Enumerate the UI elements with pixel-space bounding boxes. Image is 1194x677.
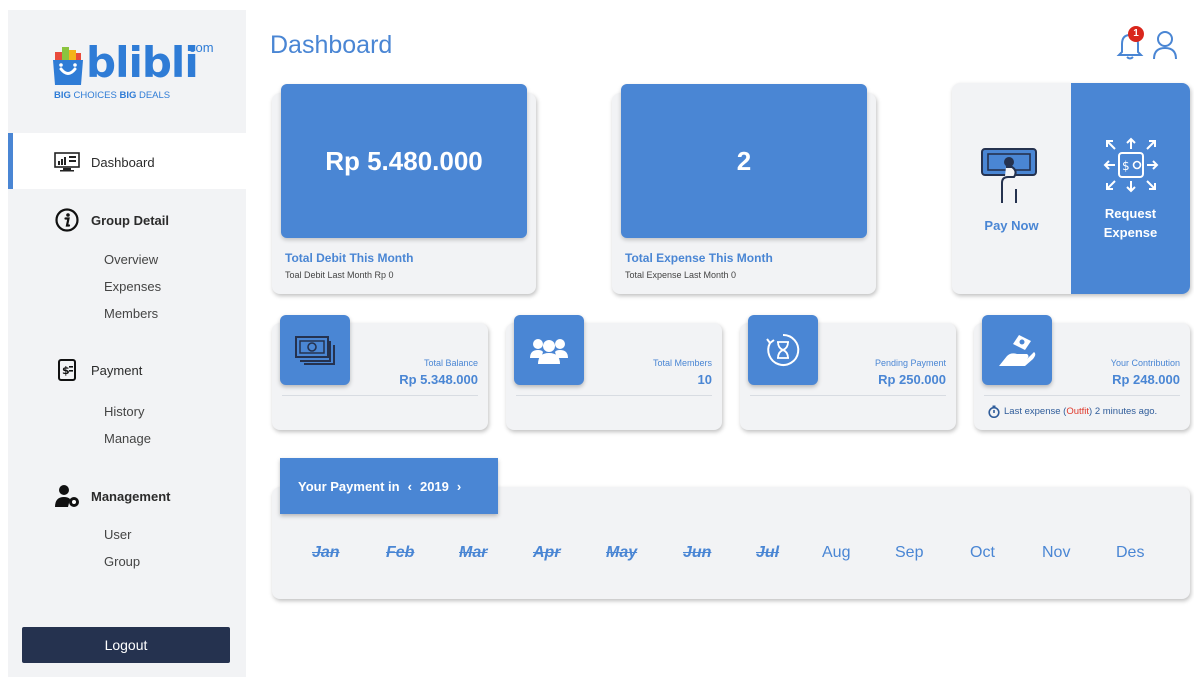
users-icon [514, 315, 584, 385]
pay-now-button[interactable]: Pay Now [952, 83, 1071, 294]
sidebar-item-dashboard-content[interactable]: Dashboard [53, 150, 155, 174]
sidebar-item-user[interactable]: User [104, 527, 131, 542]
last-expense-prefix: Last expense ( [1004, 406, 1067, 417]
sidebar-label-payment: Payment [91, 362, 143, 378]
month-may[interactable]: May [606, 544, 637, 562]
month-des[interactable]: Des [1116, 544, 1144, 562]
stat-value: 10 [697, 372, 712, 387]
month-feb[interactable]: Feb [386, 544, 414, 562]
payment-title: Your Payment in [298, 478, 400, 494]
request-expense-label-2: Expense [1103, 225, 1158, 240]
shopping-bag-logo-icon [53, 47, 83, 85]
sidebar-item-payment[interactable]: $ Payment [53, 358, 142, 382]
request-expense-button[interactable]: $ Request Expense [1071, 83, 1190, 294]
month-jul[interactable]: Jul [756, 544, 779, 562]
user-profile-icon[interactable] [1152, 30, 1178, 60]
pay-now-icon [981, 148, 1037, 203]
debit-title: Total Debit This Month [285, 251, 414, 265]
payment-year: 2019 [419, 478, 449, 494]
notification-badge: 1 [1128, 26, 1144, 42]
last-expense-suffix: ) 2 minutes ago. [1089, 406, 1158, 417]
logo-com: com [189, 40, 214, 55]
sidebar-item-manage[interactable]: Manage [104, 431, 151, 446]
month-oct[interactable]: Oct [970, 544, 995, 562]
stat-value: Rp 250.000 [878, 372, 946, 387]
sidebar: blibli com BIG CHOICES BIG DEALS Dashboa… [8, 10, 246, 677]
debit-value: Rp 5.480.000 [281, 84, 527, 238]
divider [282, 395, 478, 396]
payment-year-header: Your Payment in ‹ 2019 › [280, 458, 498, 514]
svg-text:$: $ [62, 364, 70, 377]
expense-sub: Total Expense Last Month 0 [625, 270, 737, 280]
hand-coin-icon [982, 315, 1052, 385]
sidebar-item-management[interactable]: Management [53, 484, 170, 508]
last-expense-name[interactable]: Outfit [1066, 406, 1089, 417]
page-title: Dashboard [270, 31, 393, 59]
request-expense-label-1: Request [1104, 206, 1157, 221]
expense-title: Total Expense This Month [625, 251, 773, 265]
sidebar-item-history[interactable]: History [104, 404, 144, 419]
sidebar-label-management: Management [91, 488, 171, 504]
logo-wordmark: blibli [86, 38, 199, 87]
stat-value: Rp 5.348.000 [399, 372, 478, 387]
stat-label: Your Contribution [1110, 358, 1180, 368]
next-year-button[interactable]: › [457, 479, 461, 494]
money-icon [280, 315, 350, 385]
sidebar-item-overview[interactable]: Overview [104, 252, 158, 267]
stopwatch-icon [988, 405, 1000, 418]
hourglass-icon [748, 315, 818, 385]
sidebar-item-group[interactable]: Group [104, 554, 140, 569]
divider [984, 395, 1180, 396]
logo-tagline: BIG CHOICES BIG DEALS [54, 90, 171, 101]
expense-value: 2 [621, 84, 867, 238]
sidebar-item-expenses[interactable]: Expenses [104, 279, 161, 294]
month-aug[interactable]: Aug [822, 544, 850, 562]
sidebar-item-members[interactable]: Members [104, 306, 158, 321]
svg-text:$: $ [1122, 159, 1130, 173]
stat-value: Rp 248.000 [1112, 372, 1180, 387]
user-gear-icon [53, 484, 81, 508]
month-jun[interactable]: Jun [683, 544, 711, 562]
info-icon [53, 208, 81, 232]
divider [516, 395, 712, 396]
last-expense-note: Last expense (Outfit) 2 minutes ago. [988, 405, 1157, 418]
dashboard-monitor-icon [53, 150, 81, 174]
action-card: Pay Now $ Request Expense [952, 83, 1190, 294]
stat-label: Total Members [652, 358, 712, 368]
pay-now-label: Pay Now [984, 218, 1039, 233]
prev-year-button[interactable]: ‹ [408, 479, 412, 494]
month-jan[interactable]: Jan [312, 544, 340, 562]
sidebar-label-group-detail: Group Detail [91, 212, 170, 228]
sidebar-label-dashboard: Dashboard [91, 154, 155, 170]
debit-sub: Toal Debit Last Month Rp 0 [285, 270, 394, 280]
blibli-logo[interactable]: blibli com BIG CHOICES BIG DEALS [52, 38, 222, 108]
logout-button[interactable]: Logout [22, 627, 230, 663]
month-mar[interactable]: Mar [459, 544, 487, 562]
sidebar-item-group-detail[interactable]: Group Detail [53, 208, 169, 232]
month-apr[interactable]: Apr [533, 544, 561, 562]
month-sep[interactable]: Sep [895, 544, 923, 562]
month-nov[interactable]: Nov [1042, 544, 1070, 562]
stat-label: Pending Payment [874, 358, 946, 368]
payment-doc-icon: $ [53, 358, 81, 382]
stat-label: Total Balance [423, 358, 478, 368]
request-expense-icon: $ [1103, 137, 1159, 193]
divider [750, 395, 946, 396]
